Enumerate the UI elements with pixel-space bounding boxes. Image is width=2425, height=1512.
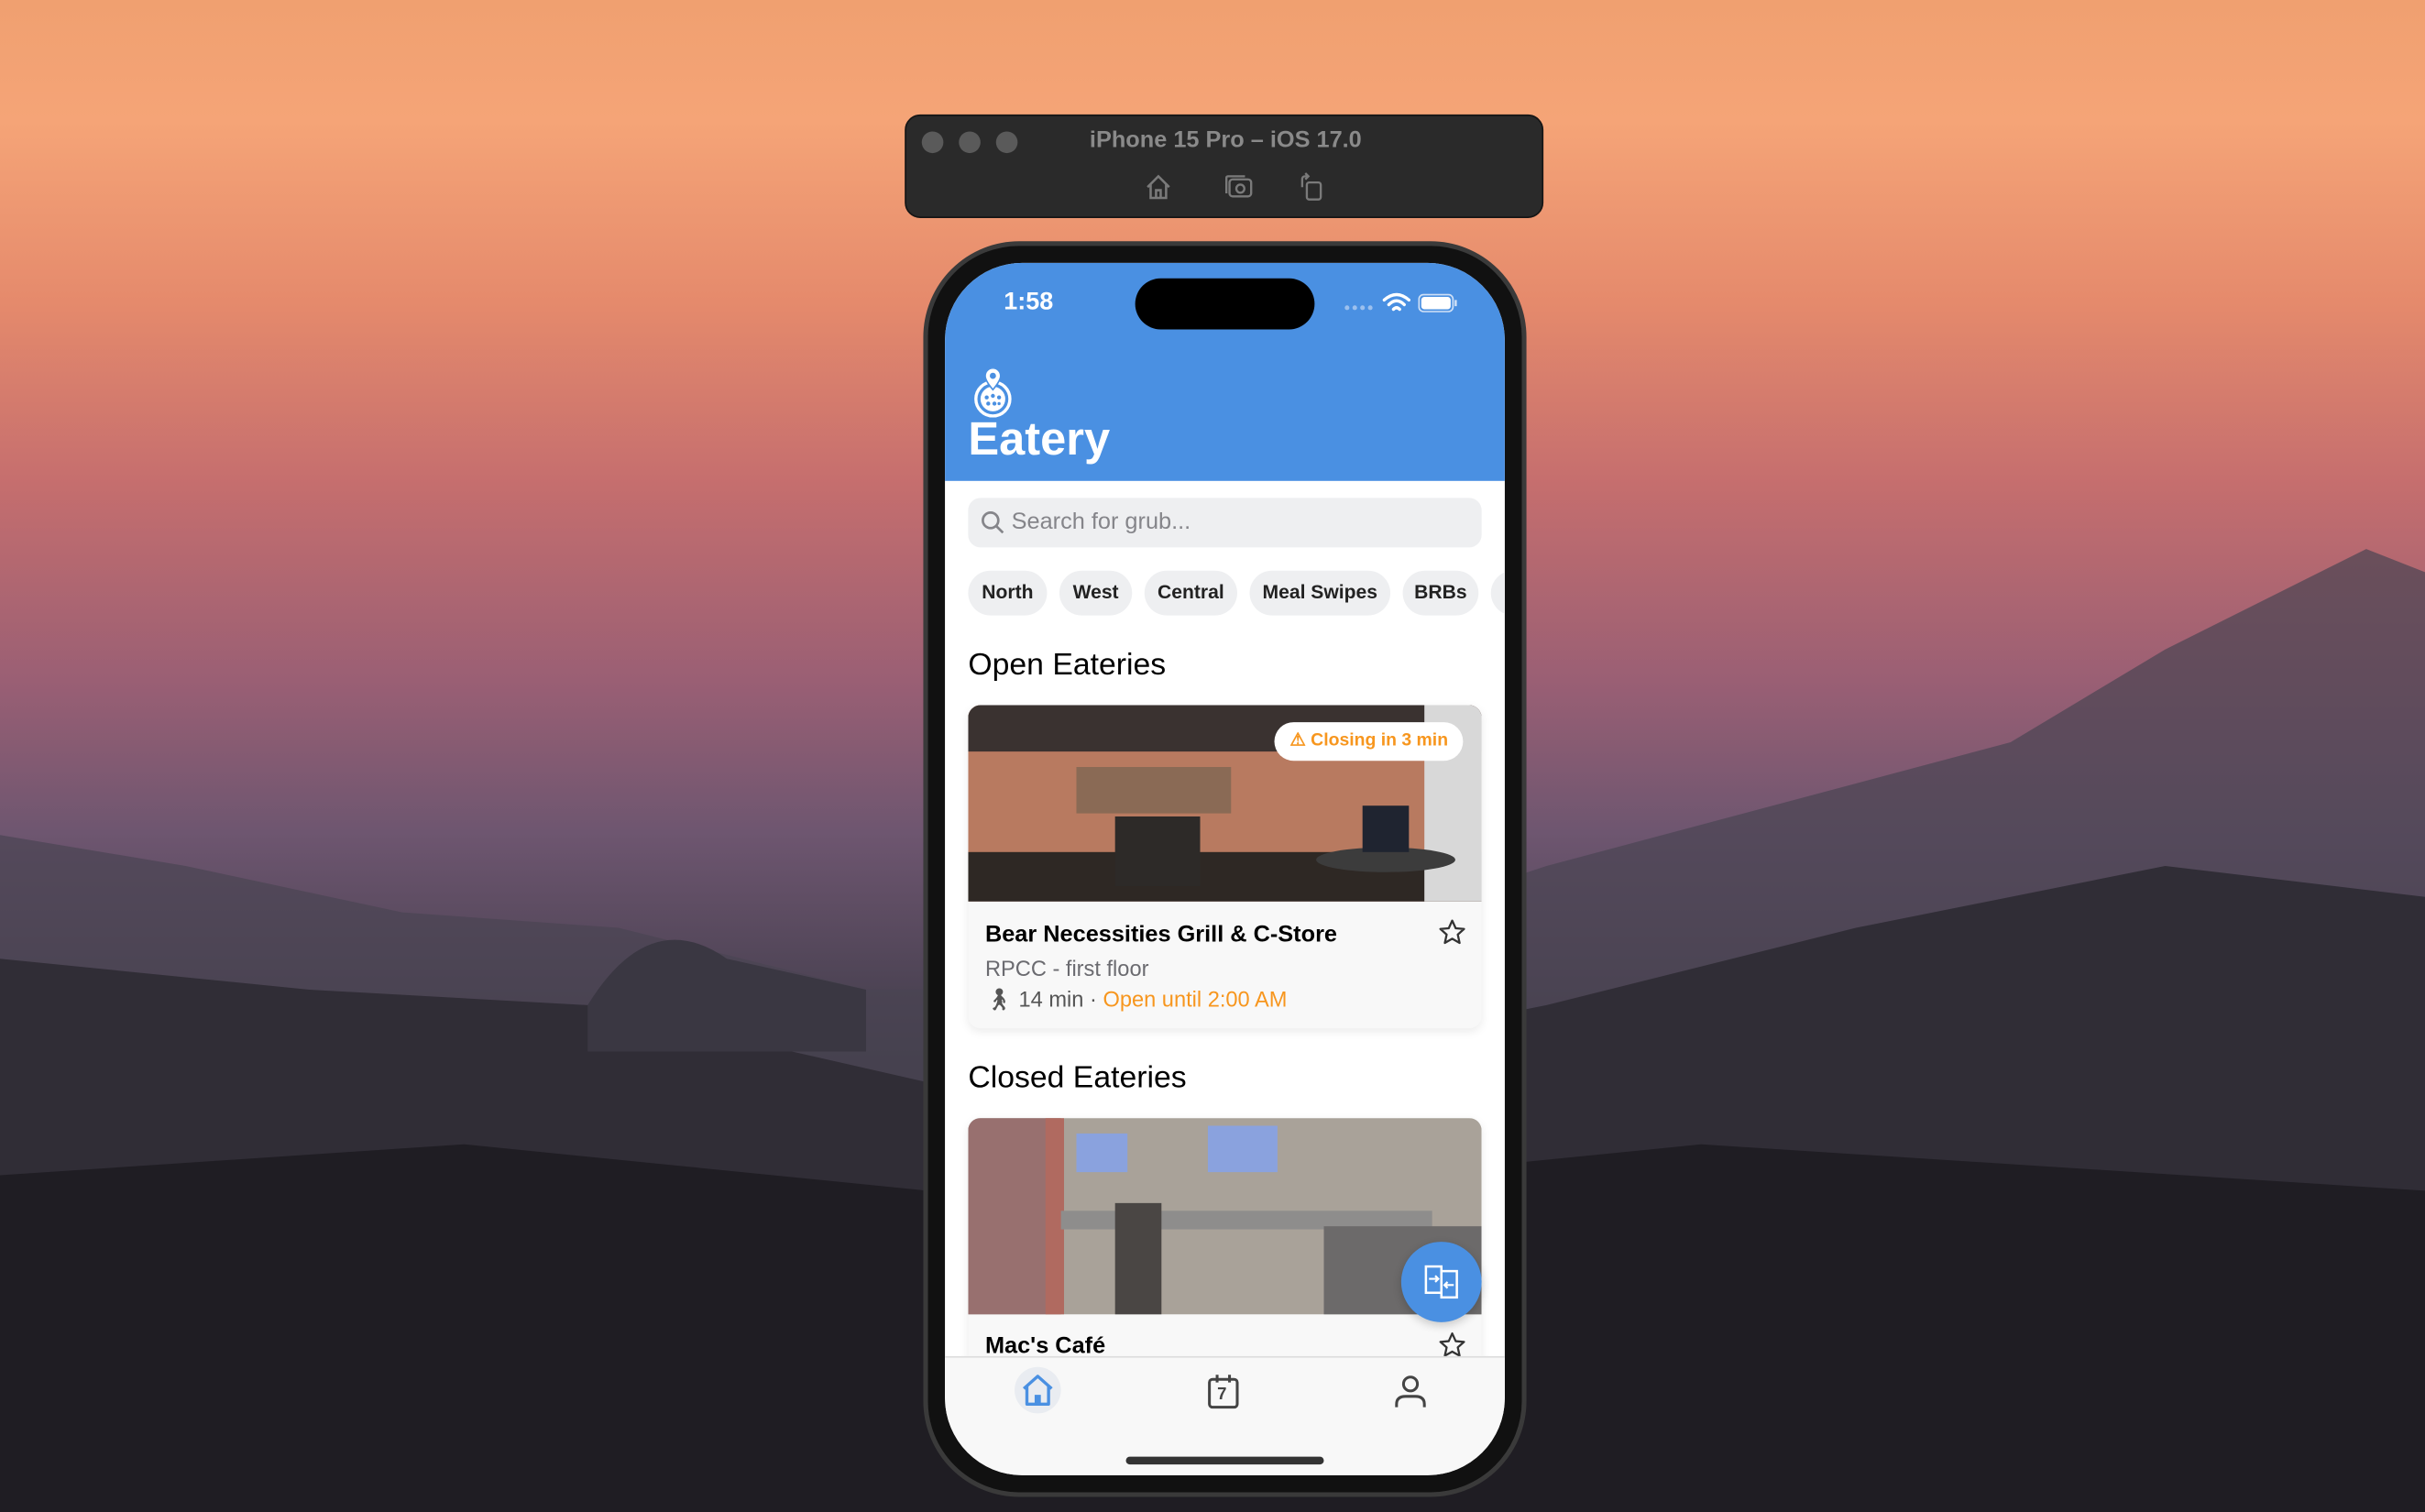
- compare-icon: [1424, 1265, 1458, 1299]
- dynamic-island: [1135, 278, 1315, 330]
- tab-profile[interactable]: [1393, 1375, 1427, 1408]
- search-placeholder: Search for grub...: [1011, 509, 1191, 535]
- calendar-day: 7: [1217, 1386, 1227, 1405]
- home-icon[interactable]: [1143, 171, 1174, 203]
- home-indicator: [1125, 1456, 1324, 1465]
- favorite-star-icon[interactable]: [1438, 918, 1465, 946]
- desktop: iPhone 15 Pro – iOS 17.0 1:58 Eatery Sea…: [0, 0, 2425, 1512]
- search-input[interactable]: Search for grub...: [968, 498, 1482, 548]
- eatery-card[interactable]: ⚠ Closing in 3 min Bear Necessities Gril…: [968, 705, 1482, 1029]
- simulator-title: iPhone 15 Pro – iOS 17.0: [1089, 126, 1362, 154]
- screenshot-icon[interactable]: [1223, 171, 1255, 203]
- compare-menus-button[interactable]: [1400, 1242, 1482, 1322]
- eatery-name: Bear Necessities Grill & C-Store: [984, 921, 1338, 948]
- favorite-star-icon[interactable]: [1438, 1331, 1465, 1359]
- simulator-toolbar: iPhone 15 Pro – iOS 17.0: [905, 114, 1544, 218]
- eatery-logo-icon: [974, 367, 1012, 418]
- filter-chip-more[interactable]: [1490, 570, 1505, 616]
- rotate-icon[interactable]: [1296, 171, 1327, 203]
- walking-icon: 🚶︎: [984, 986, 1019, 1012]
- tab-calendar[interactable]: 7: [1206, 1374, 1240, 1411]
- warning-icon: ⚠: [1289, 731, 1311, 751]
- filter-chip-north[interactable]: North: [968, 570, 1048, 616]
- eatery-location: RPCC - first floor: [984, 955, 1149, 981]
- filter-chip-meal-swipes[interactable]: Meal Swipes: [1249, 570, 1391, 616]
- eatery-meta: 🚶︎ 14 min · Open until 2:00 AM: [984, 986, 1288, 1012]
- open-eateries-heading: Open Eateries: [968, 648, 1167, 683]
- status-time: 1:58: [1004, 289, 1054, 316]
- app-title: Eatery: [968, 414, 1111, 466]
- closing-soon-badge: ⚠ Closing in 3 min: [1274, 722, 1464, 761]
- open-status: Open until 2:00 AM: [1103, 986, 1288, 1012]
- filter-chip-west[interactable]: West: [1059, 570, 1133, 616]
- app-header: 1:58 Eatery: [945, 262, 1505, 481]
- signal-icon: [1344, 305, 1373, 311]
- tab-home[interactable]: [1015, 1366, 1061, 1414]
- search-icon: [982, 511, 1004, 534]
- closed-eateries-heading: Closed Eateries: [968, 1060, 1187, 1095]
- home-icon: [1023, 1375, 1053, 1406]
- battery-icon: [1418, 293, 1457, 312]
- filter-chip-central[interactable]: Central: [1144, 570, 1237, 616]
- wifi-icon: [1382, 292, 1410, 312]
- filter-chip-brbs[interactable]: BRBs: [1402, 570, 1479, 616]
- tab-bar: 7: [945, 1355, 1505, 1475]
- phone-screen: 1:58 Eatery Search for grub... North Wes…: [945, 262, 1505, 1475]
